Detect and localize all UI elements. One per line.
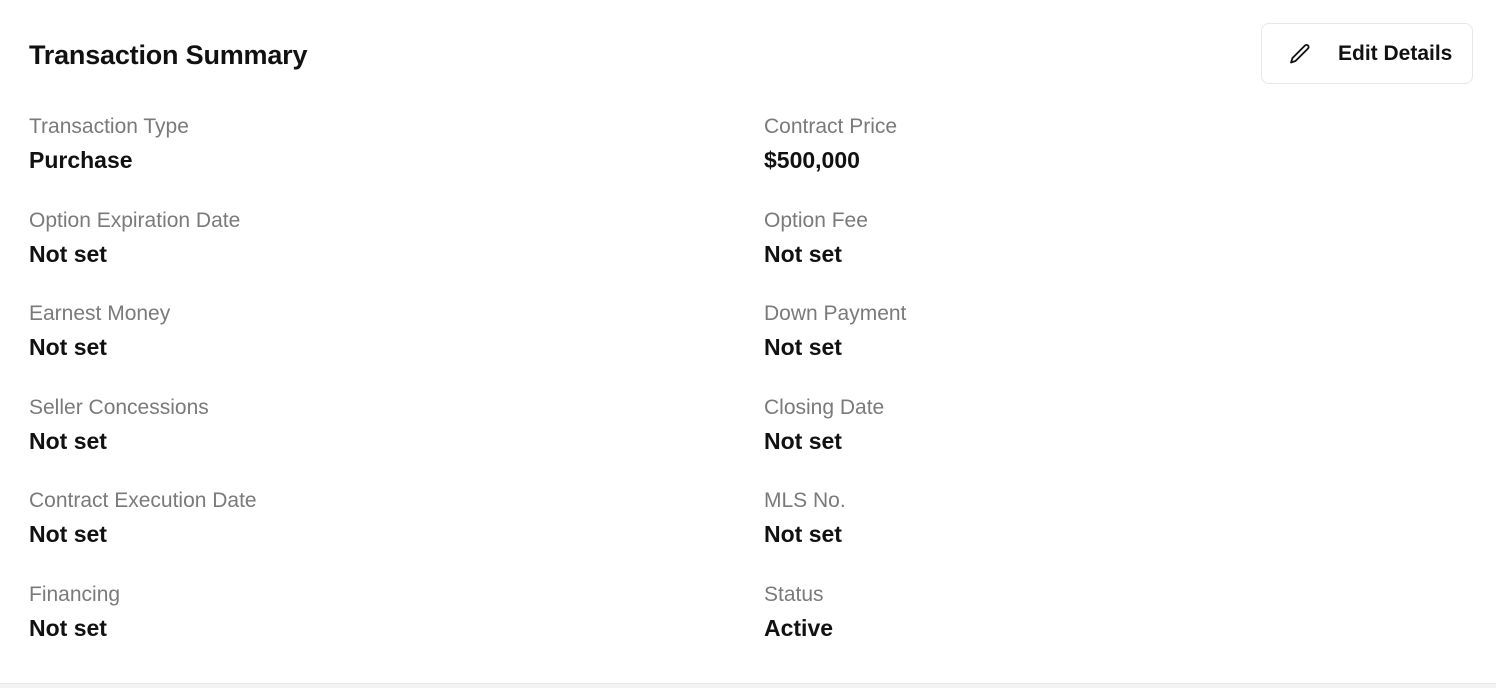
field-status: Status Active	[764, 580, 1469, 674]
field-down-payment: Down Payment Not set	[764, 299, 1469, 393]
field-option-fee: Option Fee Not set	[764, 206, 1469, 300]
edit-details-label: Edit Details	[1338, 41, 1453, 65]
field-earnest-money: Earnest Money Not set	[29, 299, 764, 393]
field-label: Contract Price	[764, 115, 898, 138]
field-label: Transaction Type	[29, 115, 189, 138]
field-label: Earnest Money	[29, 302, 171, 326]
field-contract-execution-date: Contract Execution Date Not set	[29, 486, 764, 580]
field-value: $500,000	[764, 147, 860, 173]
field-label: Option Expiration Date	[29, 208, 241, 232]
field-label: Contract Execution Date	[29, 489, 257, 513]
field-contract-price: Contract Price $500,000	[764, 112, 1469, 206]
edit-details-button[interactable]: Edit Details	[1261, 23, 1473, 84]
field-financing: Financing Not set	[29, 580, 764, 674]
transaction-fields-grid: Transaction Type Purchase Contract Price…	[29, 112, 1469, 674]
page-title: Transaction Summary	[29, 40, 308, 70]
field-transaction-type: Transaction Type Purchase	[29, 112, 764, 206]
field-label: Down Payment	[764, 302, 907, 326]
field-closing-date: Closing Date Not set	[764, 393, 1469, 487]
transaction-summary-card: Transaction Summary Edit Details Transac…	[0, 0, 1496, 684]
field-label: Option Fee	[764, 208, 868, 232]
field-label: Seller Concessions	[29, 395, 209, 419]
field-value: Not set	[764, 240, 842, 267]
field-label: Status	[764, 582, 824, 606]
field-value: Not set	[764, 427, 842, 454]
field-label: Closing Date	[764, 395, 885, 419]
field-value: Not set	[29, 521, 107, 548]
field-label: MLS No.	[764, 489, 846, 513]
field-value: Not set	[764, 334, 842, 361]
pencil-icon	[1288, 42, 1312, 66]
field-value: Not set	[29, 240, 107, 267]
field-value: Not set	[764, 521, 842, 548]
field-value: Purchase	[29, 147, 133, 173]
field-value: Not set	[29, 427, 107, 454]
field-option-expiration-date: Option Expiration Date Not set	[29, 206, 764, 300]
field-value: Not set	[29, 334, 107, 361]
field-mls-no: MLS No. Not set	[764, 486, 1469, 580]
field-label: Financing	[29, 582, 121, 606]
field-value: Not set	[29, 614, 107, 641]
field-seller-concessions: Seller Concessions Not set	[29, 393, 764, 487]
field-value: Active	[764, 614, 834, 641]
